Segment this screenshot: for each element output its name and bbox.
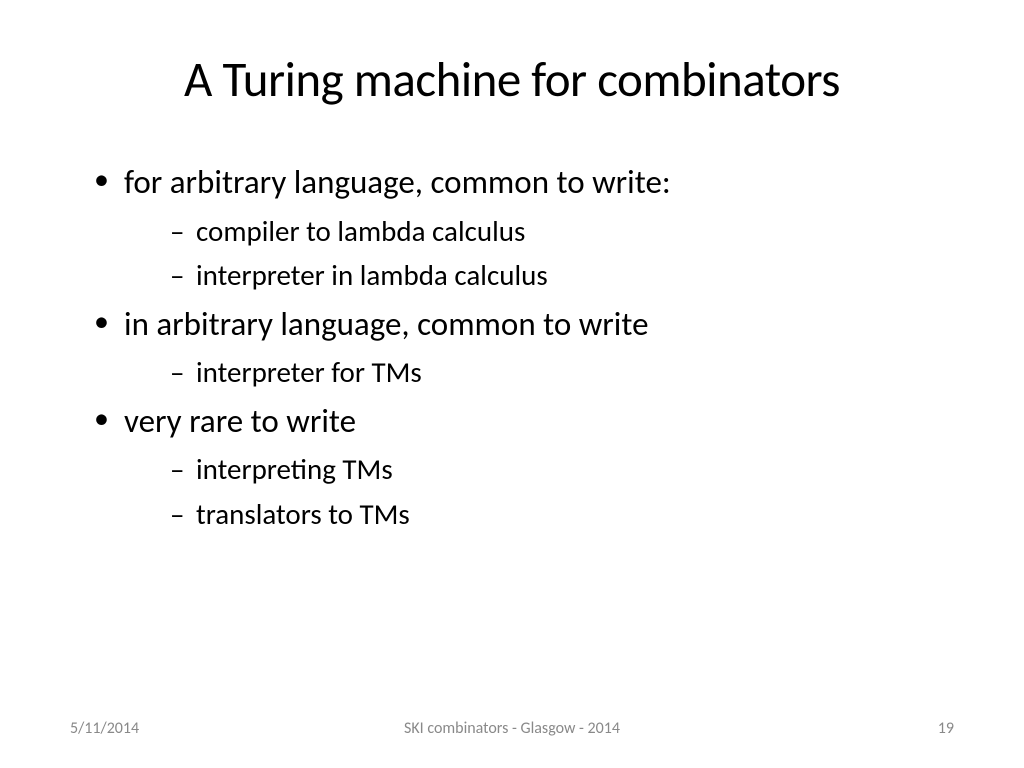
sub-bullet-list: interpreter for TMs — [124, 352, 954, 393]
bullet-text: in arbitrary language, common to write — [124, 304, 649, 344]
sub-bullet-item: interpreter for TMs — [170, 352, 954, 393]
sub-bullet-item: interpreting TMs — [170, 449, 954, 490]
footer-center: SKI combinators - Glasgow - 2014 — [404, 719, 620, 738]
sub-bullet-item: compiler to lambda calculus — [170, 211, 954, 252]
sub-bullet-item: interpreter in lambda calculus — [170, 255, 954, 296]
slide-title: A Turing machine for combinators — [70, 50, 954, 110]
sub-bullet-item: translators to TMs — [170, 494, 954, 535]
slide-content: for arbitrary language, common to write:… — [70, 160, 954, 728]
bullet-text: very rare to write — [124, 401, 356, 441]
bullet-item: in arbitrary language, common to write i… — [94, 302, 954, 393]
slide-footer: 5/11/2014 SKI combinators - Glasgow - 20… — [0, 719, 1024, 738]
slide: A Turing machine for combinators for arb… — [0, 0, 1024, 768]
bullet-text: for arbitrary language, common to write: — [124, 162, 671, 202]
bullet-item: for arbitrary language, common to write:… — [94, 160, 954, 296]
bullet-item: very rare to write interpreting TMs tran… — [94, 399, 954, 535]
bullet-list: for arbitrary language, common to write:… — [70, 160, 954, 535]
sub-bullet-list: interpreting TMs translators to TMs — [124, 449, 954, 534]
sub-bullet-list: compiler to lambda calculus interpreter … — [124, 211, 954, 296]
footer-date: 5/11/2014 — [70, 719, 139, 738]
footer-page-number: 19 — [938, 719, 954, 738]
